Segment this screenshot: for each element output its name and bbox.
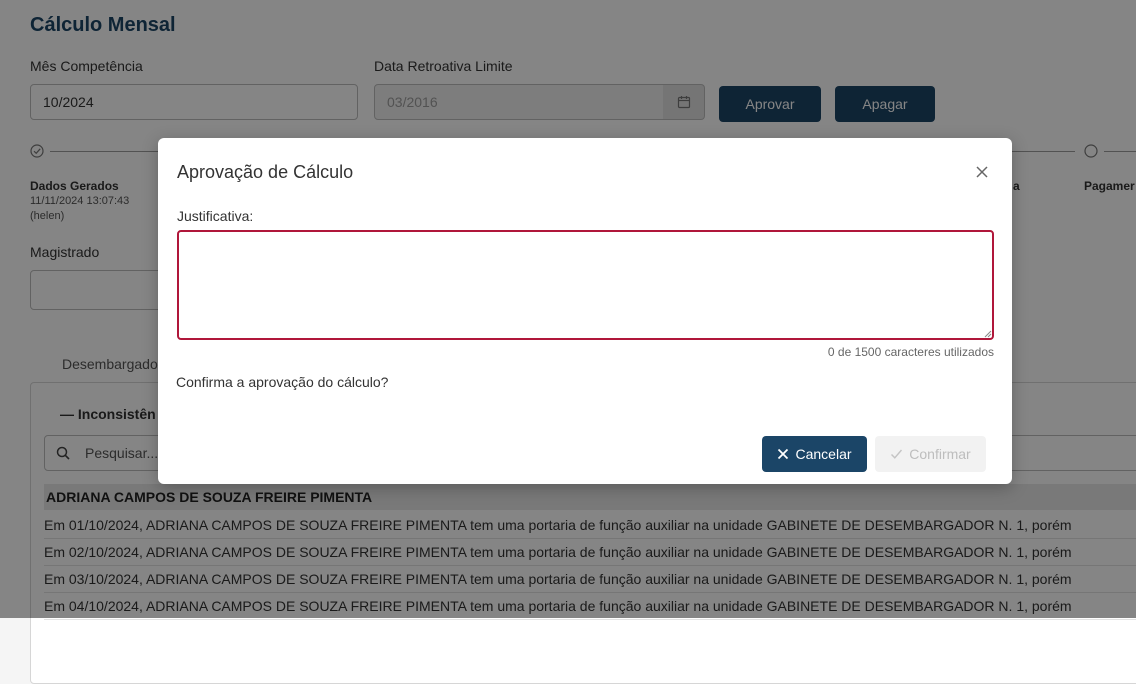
cancel-button[interactable]: Cancelar <box>762 436 867 472</box>
justificativa-textarea[interactable] <box>177 230 994 340</box>
check-icon <box>891 449 903 459</box>
character-counter: 0 de 1500 caracteres utilizados <box>827 345 994 359</box>
resize-grip-icon[interactable] <box>984 330 992 338</box>
x-icon <box>778 448 789 460</box>
confirm-question: Confirma a aprovação do cálculo? <box>176 374 389 390</box>
confirm-label: Confirmar <box>909 446 971 462</box>
dialog-title: Aprovação de Cálculo <box>177 162 354 182</box>
approval-dialog: Aprovação de Cálculo Justificativa: 0 de… <box>158 138 1012 484</box>
close-icon[interactable] <box>972 162 992 182</box>
confirm-button[interactable]: Confirmar <box>875 436 986 472</box>
cancel-label: Cancelar <box>795 446 852 462</box>
justificativa-label: Justificativa: <box>177 208 254 224</box>
